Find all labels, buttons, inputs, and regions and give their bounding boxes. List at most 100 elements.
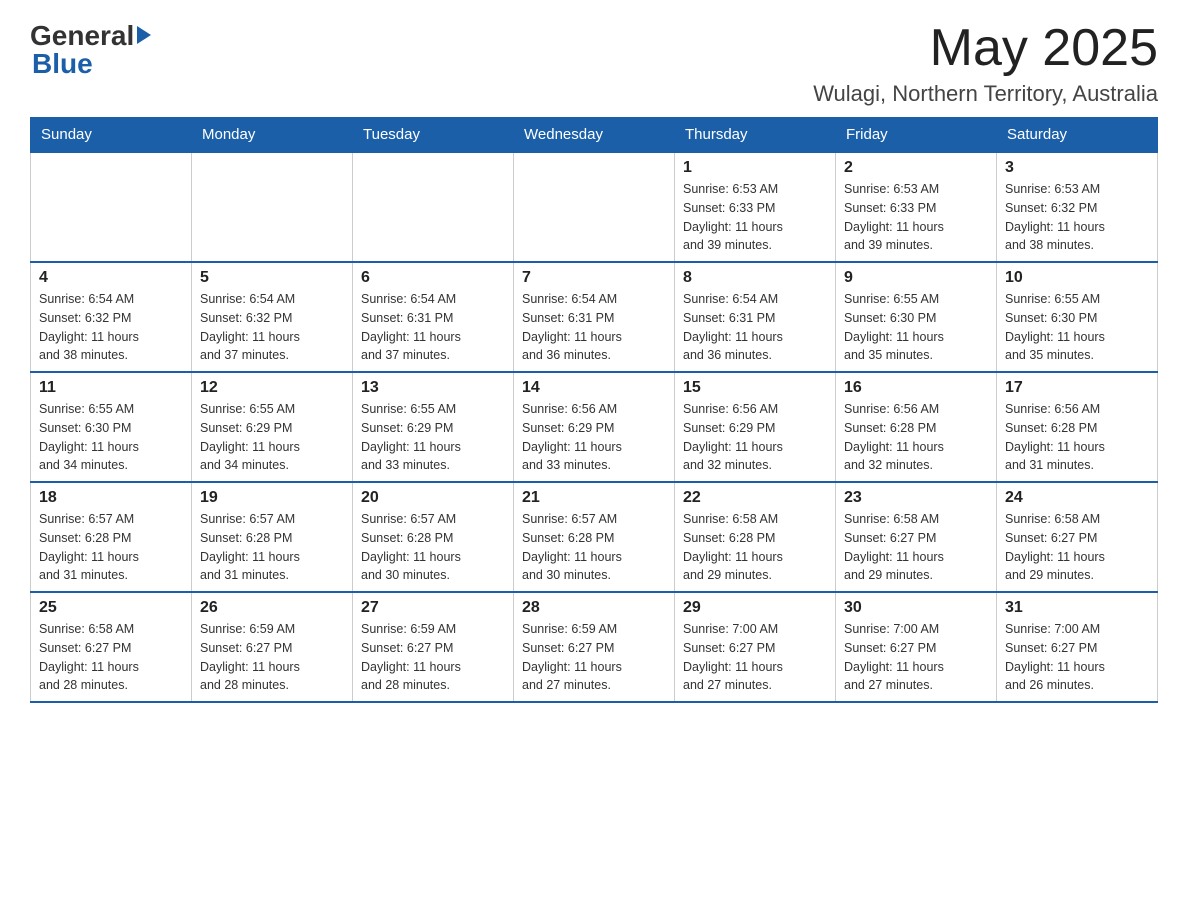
day-info: Sunrise: 6:54 AMSunset: 6:31 PMDaylight:… [683, 290, 827, 365]
day-number: 5 [200, 269, 344, 287]
calendar-cell: 19 Sunrise: 6:57 AMSunset: 6:28 PMDayligh… [192, 482, 353, 592]
calendar-cell: 10Sunrise: 6:55 AMSunset: 6:30 PMDayligh… [997, 262, 1158, 372]
calendar-cell: 12 Sunrise: 6:55 AMSunset: 6:29 PMDayligh… [192, 372, 353, 482]
calendar-cell: 18Sunrise: 6:57 AMSunset: 6:28 PMDayligh… [31, 482, 192, 592]
day-number: 9 [844, 269, 988, 287]
day-number: 6 [361, 269, 505, 287]
day-info: Sunrise: 6:53 AMSunset: 6:33 PMDaylight:… [683, 180, 827, 255]
day-number: 15 [683, 379, 827, 397]
day-number: 28 [522, 599, 666, 617]
day-info: Sunrise: 6:57 AMSunset: 6:28 PMDaylight:… [522, 510, 666, 585]
day-info: Sunrise: 6:58 AMSunset: 6:27 PMDaylight:… [844, 510, 988, 585]
calendar-week-row: 4 Sunrise: 6:54 AMSunset: 6:32 PMDaylight… [31, 262, 1158, 372]
day-number: 22 [683, 489, 827, 507]
calendar-cell: 31 Sunrise: 7:00 AMSunset: 6:27 PMDayligh… [997, 592, 1158, 702]
day-info: Sunrise: 6:56 AMSunset: 6:29 PMDaylight:… [683, 400, 827, 475]
day-info: Sunrise: 6:56 AMSunset: 6:28 PMDaylight:… [844, 400, 988, 475]
day-info: Sunrise: 7:00 AMSunset: 6:27 PMDaylight:… [844, 620, 988, 695]
day-number: 1 [683, 159, 827, 177]
day-info: Sunrise: 6:55 AMSunset: 6:30 PMDaylight:… [1005, 290, 1149, 365]
logo-triangle-icon [137, 26, 151, 44]
calendar-cell: 16Sunrise: 6:56 AMSunset: 6:28 PMDayligh… [836, 372, 997, 482]
day-info: Sunrise: 6:58 AMSunset: 6:27 PMDaylight:… [39, 620, 183, 695]
calendar-cell: 28 Sunrise: 6:59 AMSunset: 6:27 PMDayligh… [514, 592, 675, 702]
weekday-header-friday: Friday [836, 118, 997, 153]
weekday-header-saturday: Saturday [997, 118, 1158, 153]
day-info: Sunrise: 7:00 AMSunset: 6:27 PMDaylight:… [1005, 620, 1149, 695]
day-number: 26 [200, 599, 344, 617]
day-info: Sunrise: 6:54 AMSunset: 6:32 PMDaylight:… [200, 290, 344, 365]
calendar-cell: 24Sunrise: 6:58 AMSunset: 6:27 PMDayligh… [997, 482, 1158, 592]
day-number: 8 [683, 269, 827, 287]
day-number: 20 [361, 489, 505, 507]
day-info: Sunrise: 6:57 AMSunset: 6:28 PMDaylight:… [361, 510, 505, 585]
calendar-cell: 25Sunrise: 6:58 AMSunset: 6:27 PMDayligh… [31, 592, 192, 702]
day-info: Sunrise: 6:57 AMSunset: 6:28 PMDaylight:… [39, 510, 183, 585]
day-info: Sunrise: 6:55 AMSunset: 6:30 PMDaylight:… [39, 400, 183, 475]
day-info: Sunrise: 6:55 AMSunset: 6:30 PMDaylight:… [844, 290, 988, 365]
calendar-cell: 27Sunrise: 6:59 AMSunset: 6:27 PMDayligh… [353, 592, 514, 702]
calendar-cell: 6 Sunrise: 6:54 AMSunset: 6:31 PMDaylight… [353, 262, 514, 372]
calendar-cell: 8 Sunrise: 6:54 AMSunset: 6:31 PMDaylight… [675, 262, 836, 372]
calendar-cell: 11 Sunrise: 6:55 AMSunset: 6:30 PMDayligh… [31, 372, 192, 482]
calendar-cell: 14Sunrise: 6:56 AMSunset: 6:29 PMDayligh… [514, 372, 675, 482]
calendar-cell: 17Sunrise: 6:56 AMSunset: 6:28 PMDayligh… [997, 372, 1158, 482]
calendar-cell [192, 152, 353, 262]
day-number: 13 [361, 379, 505, 397]
day-number: 17 [1005, 379, 1149, 397]
day-number: 19 [200, 489, 344, 507]
calendar-cell: 21 Sunrise: 6:57 AMSunset: 6:28 PMDayligh… [514, 482, 675, 592]
calendar-cell: 20 Sunrise: 6:57 AMSunset: 6:28 PMDayligh… [353, 482, 514, 592]
weekday-header-sunday: Sunday [31, 118, 192, 153]
calendar-cell: 4 Sunrise: 6:54 AMSunset: 6:32 PMDaylight… [31, 262, 192, 372]
day-info: Sunrise: 6:58 AMSunset: 6:27 PMDaylight:… [1005, 510, 1149, 585]
logo: General Blue [30, 20, 151, 80]
day-info: Sunrise: 6:54 AMSunset: 6:31 PMDaylight:… [522, 290, 666, 365]
weekday-header-thursday: Thursday [675, 118, 836, 153]
day-number: 31 [1005, 599, 1149, 617]
day-number: 30 [844, 599, 988, 617]
month-title: May 2025 [813, 20, 1158, 77]
day-number: 11 [39, 379, 183, 397]
day-info: Sunrise: 6:54 AMSunset: 6:31 PMDaylight:… [361, 290, 505, 365]
day-info: Sunrise: 6:55 AMSunset: 6:29 PMDaylight:… [200, 400, 344, 475]
day-info: Sunrise: 6:57 AMSunset: 6:28 PMDaylight:… [200, 510, 344, 585]
calendar-cell: 7 Sunrise: 6:54 AMSunset: 6:31 PMDaylight… [514, 262, 675, 372]
weekday-header-wednesday: Wednesday [514, 118, 675, 153]
day-info: Sunrise: 6:59 AMSunset: 6:27 PMDaylight:… [200, 620, 344, 695]
calendar-cell: 29 Sunrise: 7:00 AMSunset: 6:27 PMDayligh… [675, 592, 836, 702]
calendar-cell: 1 Sunrise: 6:53 AMSunset: 6:33 PMDaylight… [675, 152, 836, 262]
logo-container: General Blue [30, 20, 151, 80]
calendar-cell: 23Sunrise: 6:58 AMSunset: 6:27 PMDayligh… [836, 482, 997, 592]
weekday-header-monday: Monday [192, 118, 353, 153]
day-info: Sunrise: 6:55 AMSunset: 6:29 PMDaylight:… [361, 400, 505, 475]
day-info: Sunrise: 6:56 AMSunset: 6:29 PMDaylight:… [522, 400, 666, 475]
calendar-cell: 13 Sunrise: 6:55 AMSunset: 6:29 PMDayligh… [353, 372, 514, 482]
calendar-week-row: 18Sunrise: 6:57 AMSunset: 6:28 PMDayligh… [31, 482, 1158, 592]
day-number: 7 [522, 269, 666, 287]
calendar-week-row: 25Sunrise: 6:58 AMSunset: 6:27 PMDayligh… [31, 592, 1158, 702]
day-number: 29 [683, 599, 827, 617]
page-header: General Blue May 2025 Wulagi, Northern T… [30, 20, 1158, 107]
day-info: Sunrise: 6:53 AMSunset: 6:32 PMDaylight:… [1005, 180, 1149, 255]
day-number: 21 [522, 489, 666, 507]
calendar-cell: 2 Sunrise: 6:53 AMSunset: 6:33 PMDaylight… [836, 152, 997, 262]
day-number: 27 [361, 599, 505, 617]
calendar-cell: 26 Sunrise: 6:59 AMSunset: 6:27 PMDayligh… [192, 592, 353, 702]
day-info: Sunrise: 7:00 AMSunset: 6:27 PMDaylight:… [683, 620, 827, 695]
day-number: 12 [200, 379, 344, 397]
title-block: May 2025 Wulagi, Northern Territory, Aus… [813, 20, 1158, 107]
day-number: 4 [39, 269, 183, 287]
weekday-header-tuesday: Tuesday [353, 118, 514, 153]
day-info: Sunrise: 6:59 AMSunset: 6:27 PMDaylight:… [522, 620, 666, 695]
day-number: 2 [844, 159, 988, 177]
calendar-cell: 9 Sunrise: 6:55 AMSunset: 6:30 PMDaylight… [836, 262, 997, 372]
calendar-table: SundayMondayTuesdayWednesdayThursdayFrid… [30, 117, 1158, 703]
day-info: Sunrise: 6:53 AMSunset: 6:33 PMDaylight:… [844, 180, 988, 255]
logo-blue-word: Blue [32, 48, 93, 80]
weekday-header-row: SundayMondayTuesdayWednesdayThursdayFrid… [31, 118, 1158, 153]
calendar-cell: 22 Sunrise: 6:58 AMSunset: 6:28 PMDayligh… [675, 482, 836, 592]
day-info: Sunrise: 6:54 AMSunset: 6:32 PMDaylight:… [39, 290, 183, 365]
calendar-cell: 3Sunrise: 6:53 AMSunset: 6:32 PMDaylight… [997, 152, 1158, 262]
day-info: Sunrise: 6:58 AMSunset: 6:28 PMDaylight:… [683, 510, 827, 585]
